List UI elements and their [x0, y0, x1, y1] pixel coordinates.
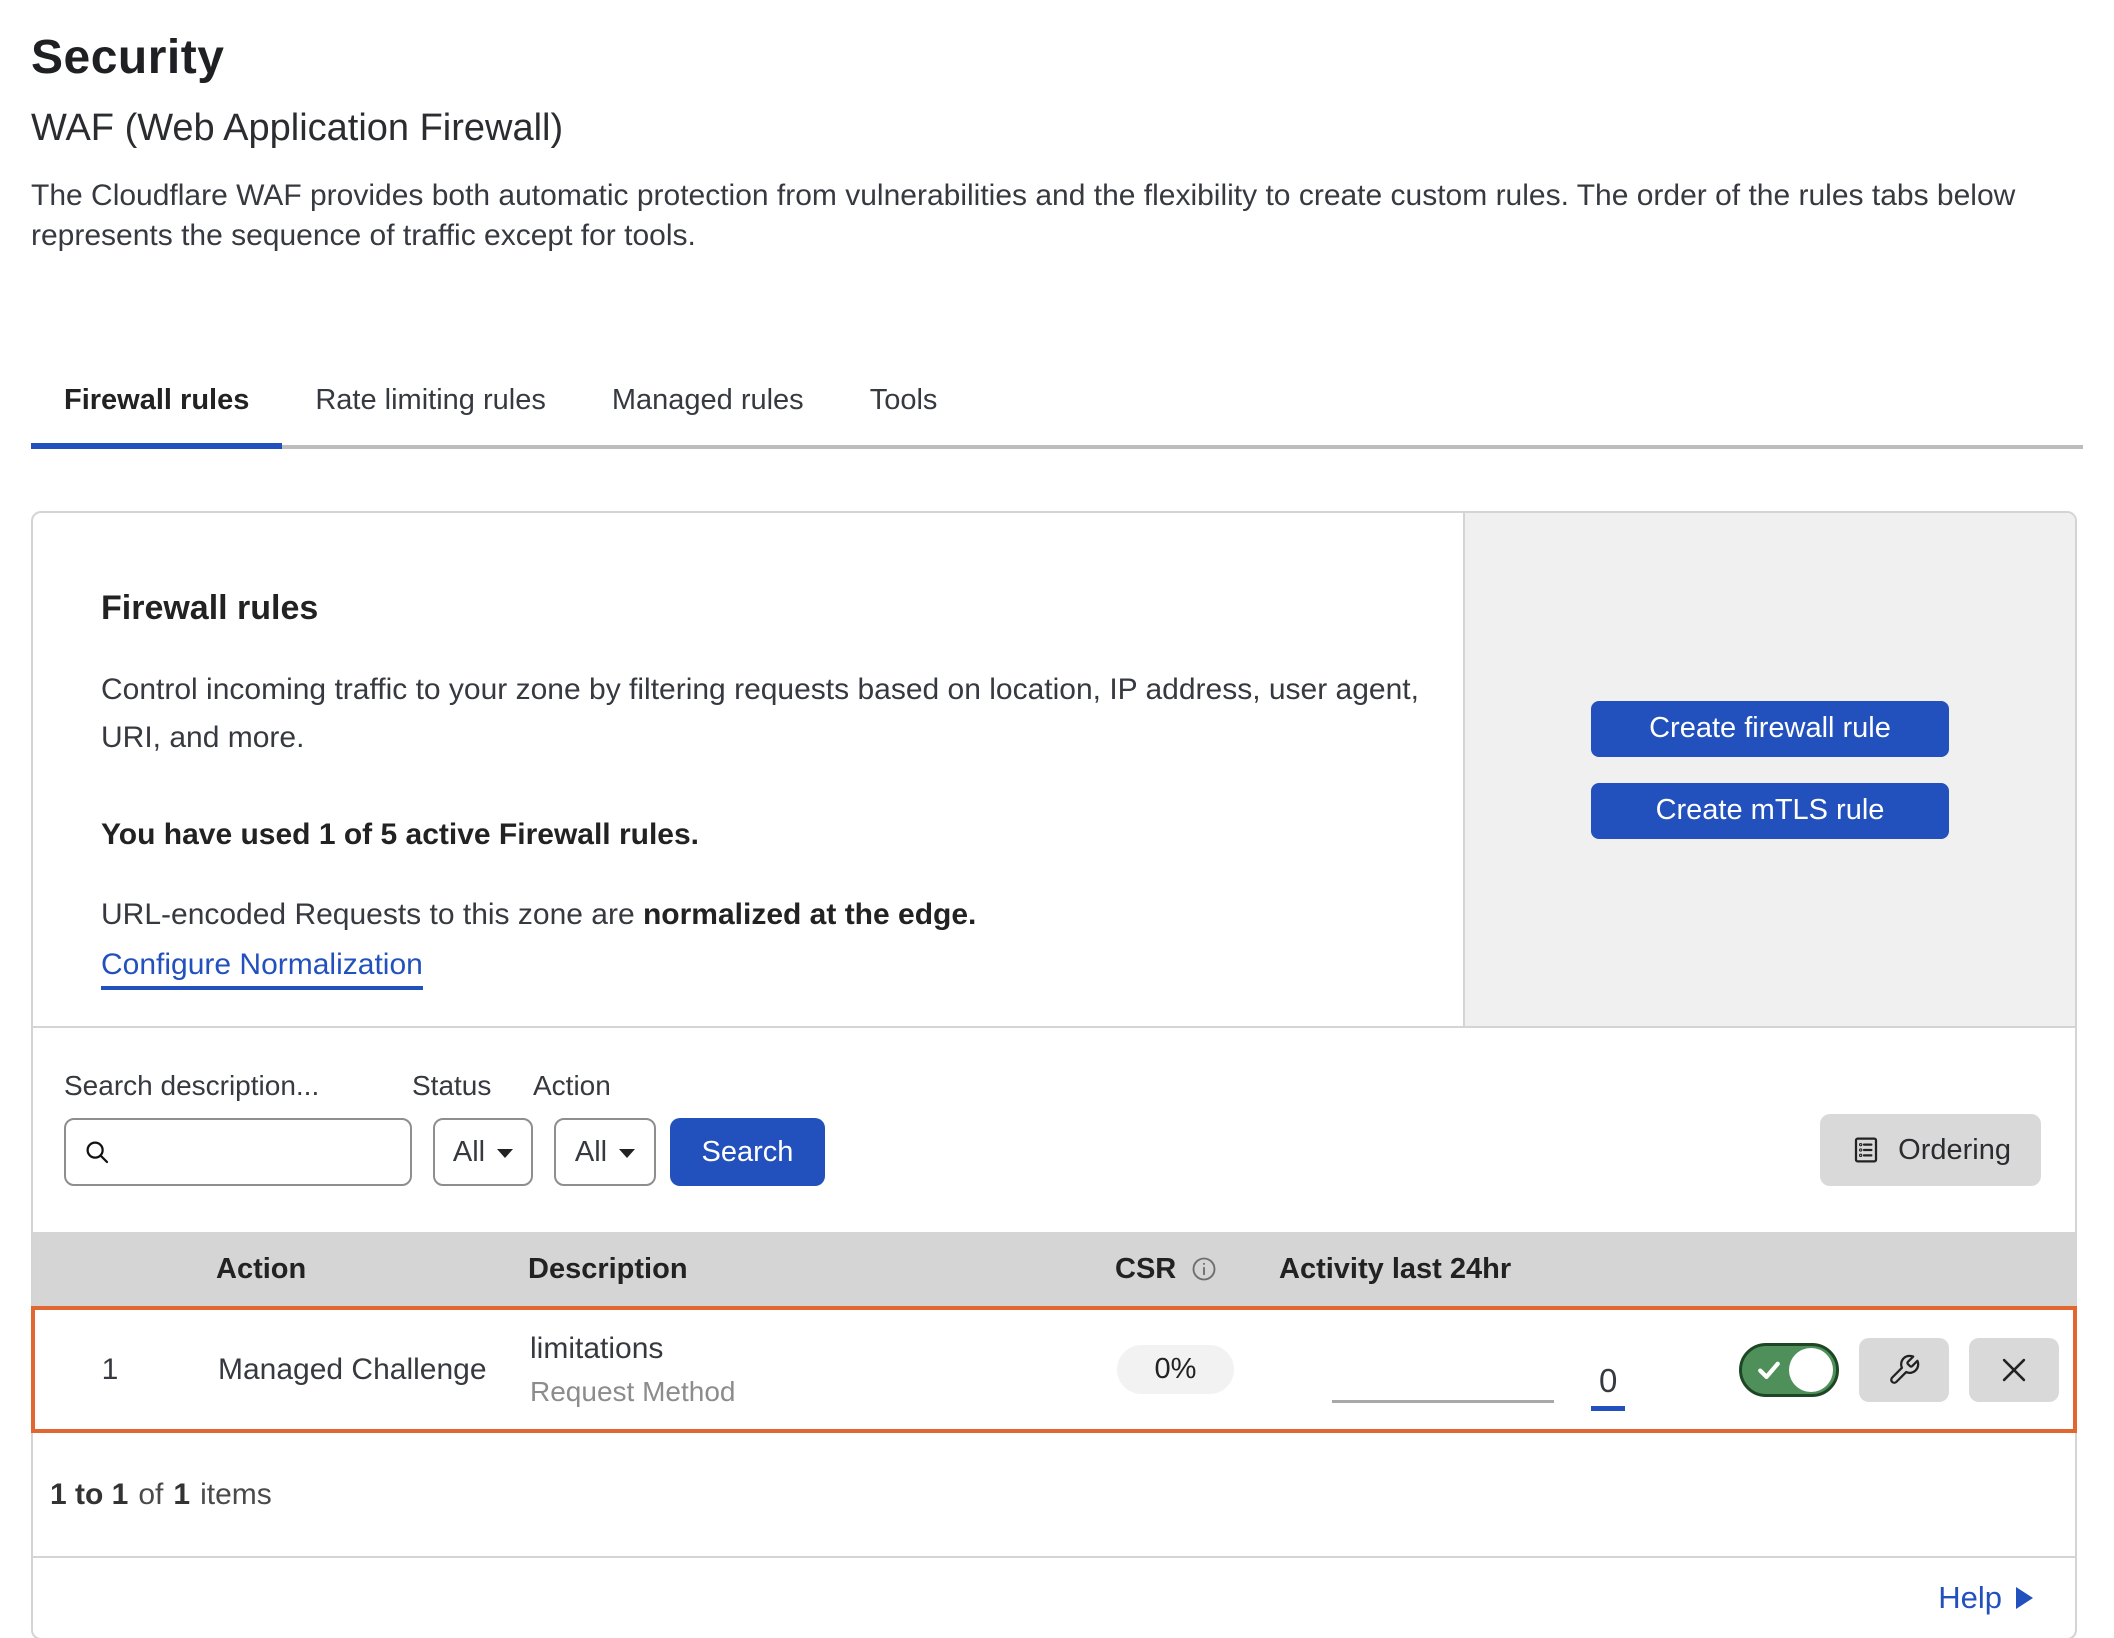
action-label: Action	[533, 1070, 656, 1102]
firewall-rules-summary-section: Firewall rules Control incoming traffic …	[33, 513, 2075, 1028]
chevron-down-icon	[497, 1149, 513, 1158]
ordering-list-icon	[1850, 1134, 1882, 1166]
tab-firewall-rules[interactable]: Firewall rules	[31, 376, 282, 449]
tab-managed-rules[interactable]: Managed rules	[579, 376, 837, 449]
delete-rule-button[interactable]	[1969, 1338, 2059, 1402]
arrow-right-icon	[2016, 1587, 2033, 1609]
header-action: Action	[183, 1253, 495, 1286]
rule-priority: 1	[35, 1353, 185, 1387]
status-select[interactable]: All	[433, 1118, 533, 1186]
normalization-text: URL-encoded Requests to this zone are no…	[101, 898, 1423, 932]
ordering-button[interactable]: Ordering	[1820, 1114, 2041, 1186]
table-header: Action Description CSR Activity last 24h…	[33, 1232, 2075, 1306]
header-csr: CSR	[1115, 1253, 1176, 1286]
rule-description: limitations	[530, 1332, 1082, 1366]
x-icon	[1997, 1353, 2031, 1387]
tab-tools[interactable]: Tools	[837, 376, 971, 449]
help-link[interactable]: Help	[1938, 1580, 2033, 1616]
info-icon[interactable]	[1190, 1255, 1218, 1283]
search-label: Search description...	[64, 1070, 412, 1102]
check-icon	[1754, 1355, 1784, 1385]
create-mtls-rule-button[interactable]: Create mTLS rule	[1591, 783, 1949, 839]
rule-action: Managed Challenge	[185, 1353, 497, 1387]
tab-bar: Firewall rules Rate limiting rules Manag…	[31, 376, 2083, 449]
security-waf-page: Security WAF (Web Application Firewall) …	[0, 0, 2114, 1638]
page-subtitle: WAF (Web Application Firewall)	[31, 107, 2083, 150]
activity-count-link[interactable]: 0	[1591, 1362, 1625, 1411]
create-rules-panel: Create firewall rule Create mTLS rule	[1463, 513, 2075, 1026]
configure-normalization-link[interactable]: Configure Normalization	[101, 948, 423, 990]
firewall-rules-card: Firewall rules Control incoming traffic …	[31, 511, 2077, 1638]
search-button[interactable]: Search	[670, 1118, 825, 1186]
tab-rate-limiting-rules[interactable]: Rate limiting rules	[282, 376, 578, 449]
card-description: Control incoming traffic to your zone by…	[101, 666, 1421, 762]
usage-text: You have used 1 of 5 active Firewall rul…	[101, 818, 1423, 852]
edit-rule-button[interactable]	[1859, 1338, 1949, 1402]
create-firewall-rule-button[interactable]: Create firewall rule	[1591, 701, 1949, 757]
pagination: 1 to 1 of 1 items	[33, 1433, 2075, 1558]
chevron-down-icon	[619, 1149, 635, 1158]
firewall-rule-row[interactable]: 1 Managed Challenge limitations Request …	[31, 1306, 2077, 1433]
header-activity: Activity last 24hr	[1267, 1253, 1722, 1286]
filter-bar: Search description... Status All Action …	[33, 1028, 2075, 1232]
csr-badge: 0%	[1117, 1345, 1235, 1394]
search-icon	[82, 1137, 112, 1167]
header-description: Description	[495, 1253, 1080, 1286]
page-title: Security	[31, 0, 2083, 85]
card-heading: Firewall rules	[101, 589, 1423, 628]
rule-description-sub: Request Method	[530, 1376, 1082, 1408]
action-select[interactable]: All	[554, 1118, 656, 1186]
activity-sparkline	[1332, 1400, 1554, 1403]
wrench-icon	[1887, 1353, 1921, 1387]
rule-enabled-toggle[interactable]	[1739, 1343, 1839, 1397]
toggle-knob	[1789, 1348, 1833, 1392]
status-label: Status	[412, 1070, 533, 1102]
pagination-total: 1	[173, 1478, 190, 1512]
search-box[interactable]	[64, 1118, 412, 1186]
page-description: The Cloudflare WAF provides both automat…	[31, 176, 2081, 256]
pagination-range: 1 to 1	[50, 1478, 128, 1512]
